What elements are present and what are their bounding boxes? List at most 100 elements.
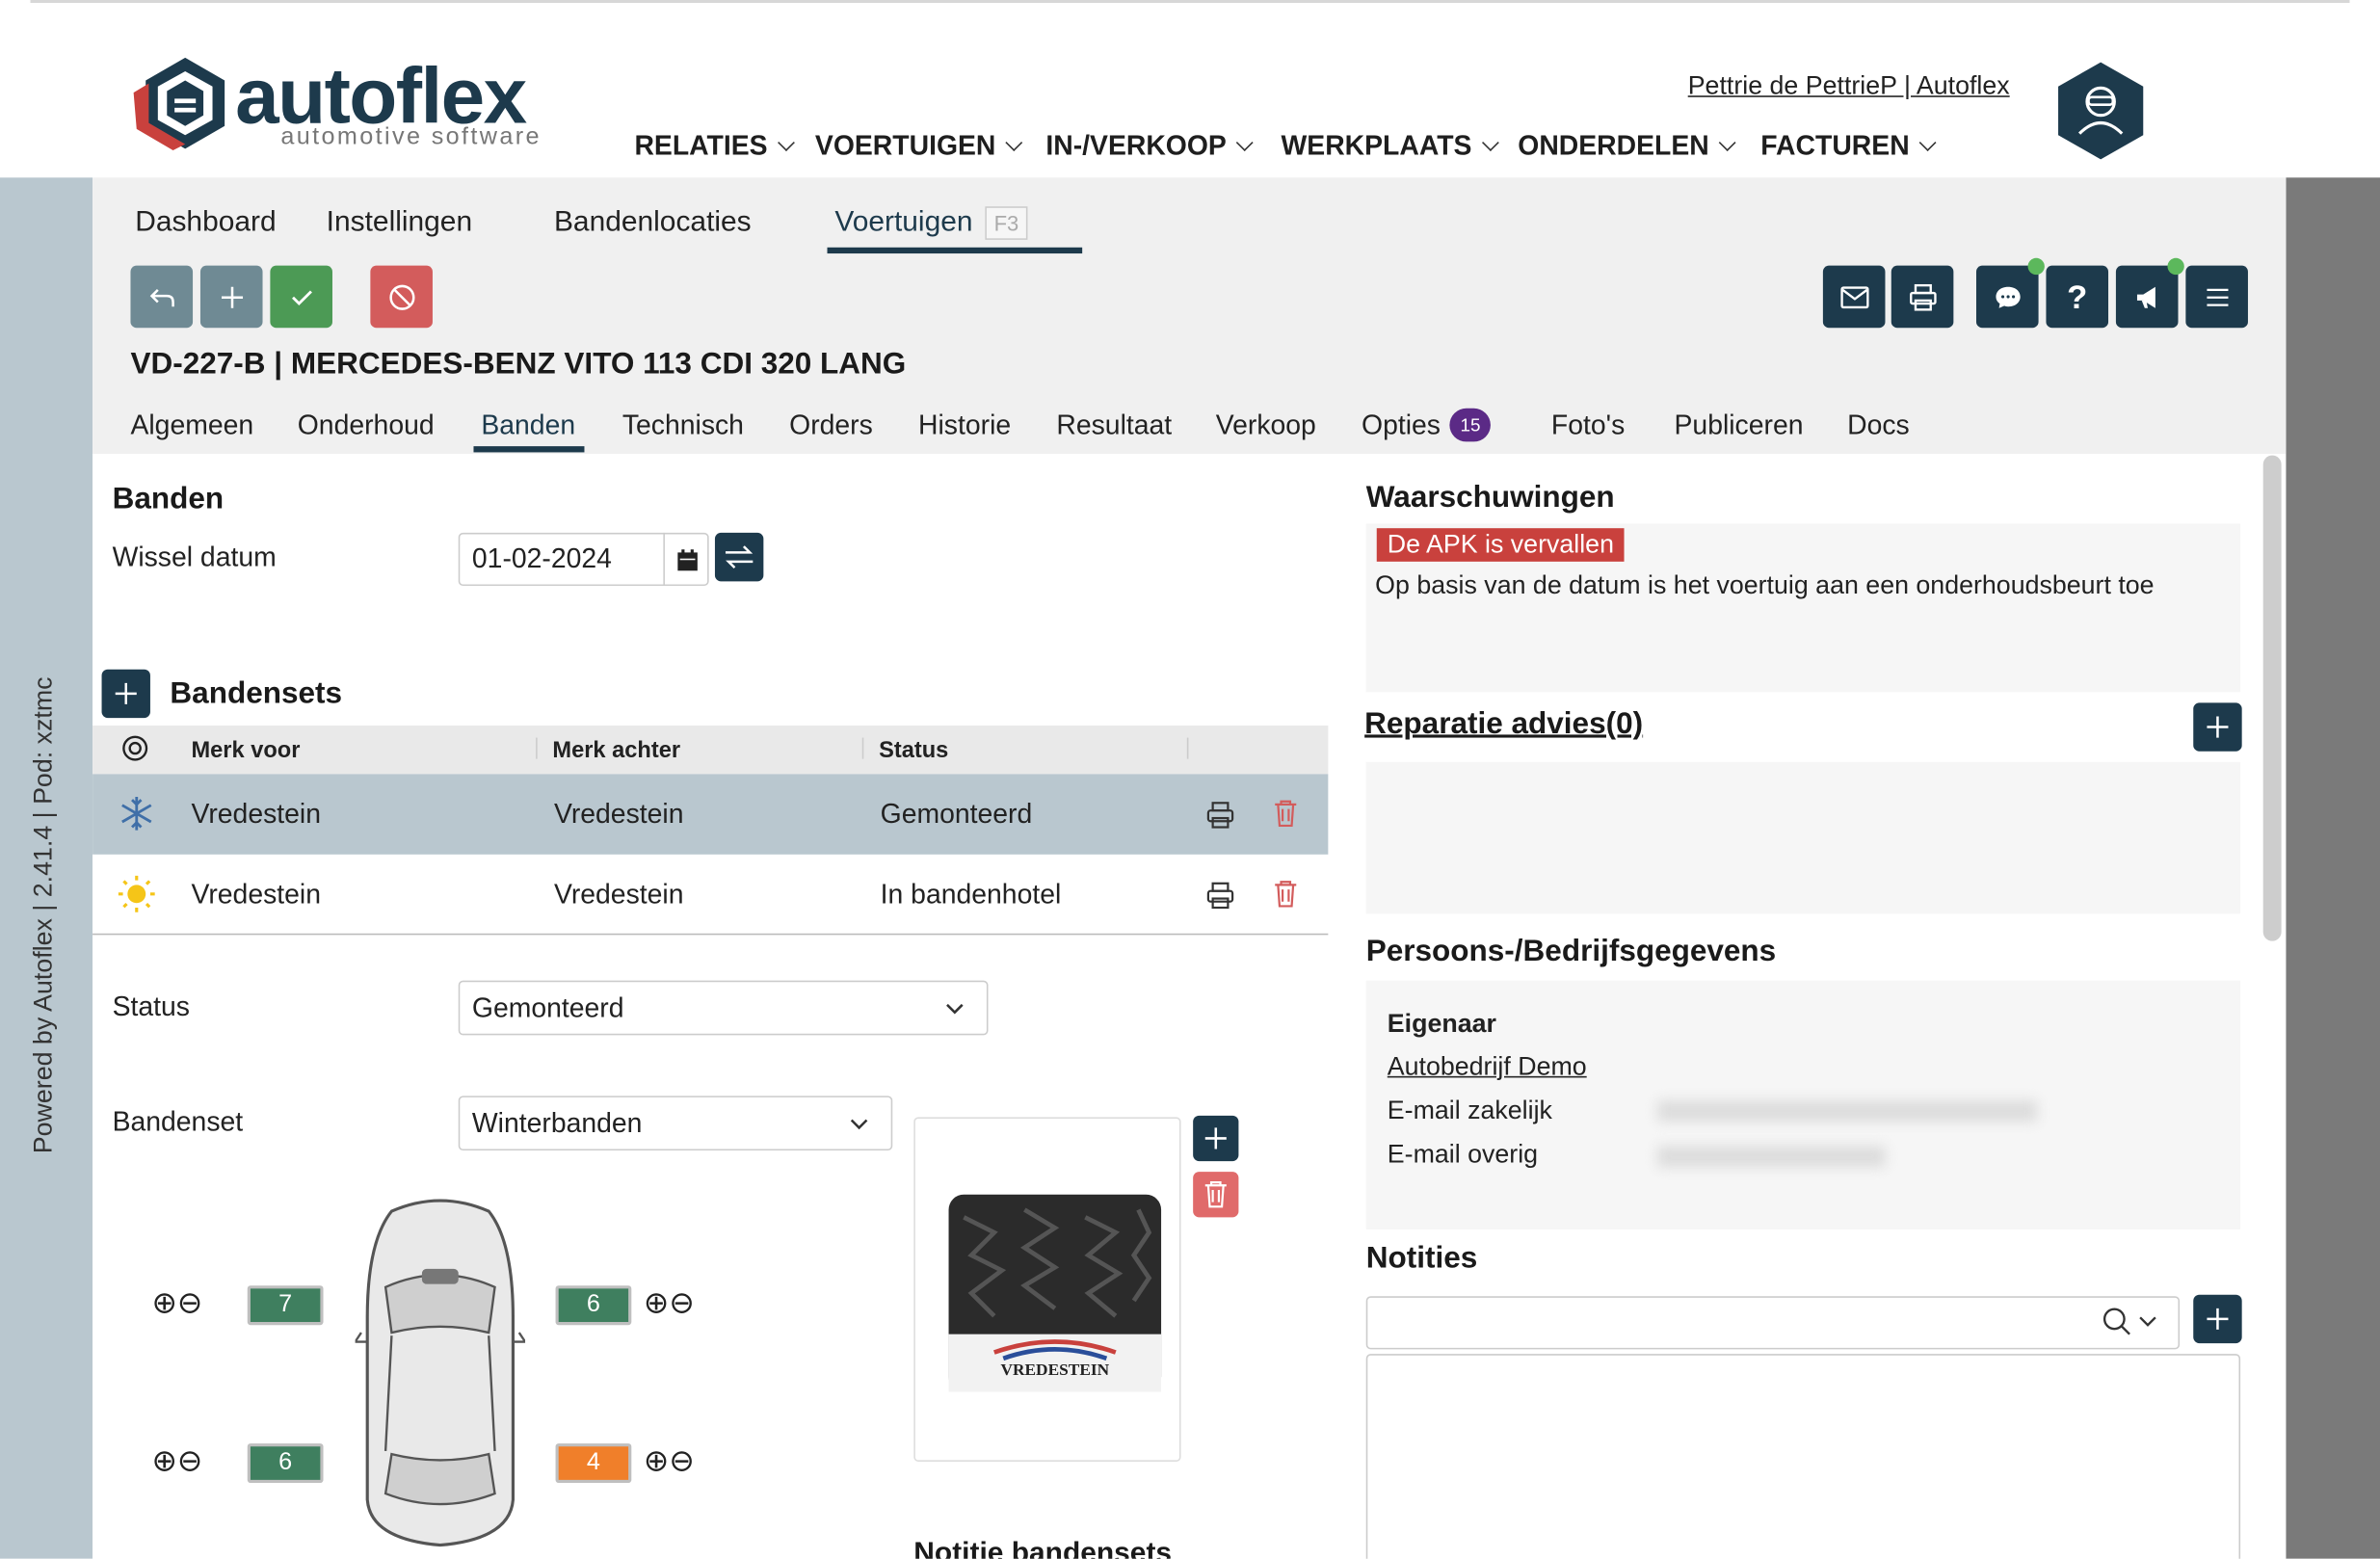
swap-button[interactable] bbox=[714, 532, 764, 582]
notities-search-input[interactable] bbox=[1365, 1296, 2181, 1350]
tab-instellingen[interactable]: Instellingen bbox=[327, 206, 472, 240]
col-merk-achter[interactable]: Merk achter bbox=[552, 738, 680, 764]
notification-dot bbox=[2027, 257, 2045, 276]
bandenset-select[interactable]: Winterbanden bbox=[458, 1096, 893, 1151]
nav-voertuigen[interactable]: VOERTUIGEN bbox=[815, 130, 1023, 162]
nav-in-verkoop[interactable]: IN-/VERKOOP bbox=[1045, 130, 1254, 162]
print-row-button[interactable] bbox=[1205, 881, 1236, 918]
printer-icon bbox=[1206, 802, 1234, 829]
reparatie-advies-link[interactable]: Reparatie advies(0) bbox=[1364, 707, 1643, 742]
merk-achter-cell: Vredestein bbox=[553, 879, 684, 910]
menu-button[interactable] bbox=[2185, 265, 2248, 329]
status-select[interactable]: Gemonteerd bbox=[458, 980, 989, 1036]
notities-list[interactable] bbox=[1365, 1354, 2241, 1559]
tab-label: Voertuigen bbox=[834, 206, 973, 239]
plus-circle-icon[interactable]: ⊕ bbox=[152, 1287, 177, 1321]
tab-voertuigen[interactable]: Voertuigen F3 bbox=[834, 206, 1028, 240]
nav-facturen[interactable]: FACTUREN bbox=[1760, 130, 1937, 162]
nav-relaties[interactable]: RELATIES bbox=[634, 130, 795, 162]
logo-icon[interactable] bbox=[130, 53, 230, 153]
tab-banden[interactable]: Banden bbox=[481, 410, 575, 441]
bandenset-label: Bandenset bbox=[112, 1106, 244, 1137]
save-button[interactable] bbox=[270, 265, 332, 329]
tyre-depth-rear-right[interactable]: 4 bbox=[555, 1443, 632, 1484]
nav-onderdelen[interactable]: ONDERDELEN bbox=[1518, 130, 1736, 162]
add-reparatie-button[interactable] bbox=[2193, 702, 2242, 752]
delete-row-button[interactable] bbox=[1272, 879, 1299, 916]
col-divider bbox=[1186, 737, 1189, 759]
printer-icon bbox=[1909, 283, 1936, 310]
table-row[interactable]: Vredestein Vredestein Gemonteerd bbox=[93, 774, 1329, 855]
sun-icon bbox=[117, 874, 156, 921]
tab-docs[interactable]: Docs bbox=[1847, 410, 1910, 441]
delete-row-button[interactable] bbox=[1272, 799, 1299, 836]
user-avatar-icon bbox=[2058, 62, 2144, 160]
add-notitie-button[interactable] bbox=[2193, 1294, 2242, 1344]
plus-circle-icon[interactable]: ⊕ bbox=[152, 1445, 177, 1479]
nav-label: RELATIES bbox=[634, 130, 768, 161]
cancel-button[interactable] bbox=[370, 265, 433, 329]
calendar-icon bbox=[676, 548, 698, 570]
tab-opties[interactable]: Opties 15 bbox=[1362, 408, 1492, 444]
minus-circle-icon[interactable]: ⊖ bbox=[669, 1445, 694, 1479]
back-button[interactable] bbox=[130, 265, 194, 329]
announcement-button[interactable] bbox=[2115, 265, 2179, 329]
merk-voor-cell: Vredestein bbox=[191, 798, 321, 830]
calendar-button[interactable] bbox=[663, 532, 708, 587]
email-button[interactable] bbox=[1822, 265, 1886, 329]
print-row-button[interactable] bbox=[1205, 800, 1236, 837]
search-icon[interactable] bbox=[2101, 1306, 2161, 1347]
plus-circle-icon[interactable]: ⊕ bbox=[644, 1445, 669, 1479]
count-badge: 15 bbox=[1449, 408, 1492, 442]
select-value: Gemonteerd bbox=[471, 991, 624, 1022]
tab-onderhoud[interactable]: Onderhoud bbox=[298, 410, 435, 441]
tab-fotos[interactable]: Foto's bbox=[1551, 410, 1625, 441]
snowflake-icon bbox=[117, 794, 156, 841]
tab-technisch[interactable]: Technisch bbox=[622, 410, 744, 441]
chevron-down-icon bbox=[1718, 134, 1736, 151]
scrollbar[interactable] bbox=[2262, 455, 2282, 941]
tyre-depth-rear-left[interactable]: 6 bbox=[247, 1443, 324, 1484]
tyre-image: VREDESTEIN bbox=[948, 1194, 1162, 1392]
plus-circle-icon[interactable]: ⊕ bbox=[644, 1287, 669, 1321]
tab-verkoop[interactable]: Verkoop bbox=[1216, 410, 1316, 441]
waarschuwingen-title: Waarschuwingen bbox=[1365, 481, 1615, 515]
avatar[interactable] bbox=[2056, 61, 2144, 161]
minus-circle-icon[interactable]: ⊖ bbox=[177, 1287, 202, 1321]
tab-dashboard[interactable]: Dashboard bbox=[135, 206, 276, 240]
col-divider bbox=[861, 737, 864, 759]
tab-bandenlocaties[interactable]: Bandenlocaties bbox=[554, 206, 752, 240]
nav-werkplaats[interactable]: WERKPLAATS bbox=[1281, 130, 1499, 162]
add-image-button[interactable] bbox=[1193, 1115, 1239, 1162]
print-button[interactable] bbox=[1891, 265, 1954, 329]
tab-orders[interactable]: Orders bbox=[789, 410, 873, 441]
minus-circle-icon[interactable]: ⊖ bbox=[669, 1287, 694, 1321]
table-row[interactable]: Vredestein Vredestein In bandenhotel bbox=[93, 854, 1329, 936]
chat-button[interactable] bbox=[1975, 265, 2039, 329]
reparatie-panel bbox=[1365, 761, 2241, 914]
nav-label: WERKPLAATS bbox=[1281, 130, 1472, 161]
tyre-depth-front-right[interactable]: 6 bbox=[555, 1285, 632, 1326]
tyre-depth-front-left[interactable]: 7 bbox=[247, 1285, 324, 1326]
user-link[interactable]: Pettrie de PettrieP | Autoflex bbox=[1688, 71, 2010, 102]
nav-label: FACTUREN bbox=[1760, 130, 1910, 161]
tab-historie[interactable]: Historie bbox=[918, 410, 1011, 441]
add-bandenset-button[interactable] bbox=[101, 669, 150, 719]
chat-icon bbox=[1995, 285, 2020, 307]
right-gutter bbox=[2286, 177, 2380, 1559]
minus-circle-icon[interactable]: ⊖ bbox=[177, 1445, 202, 1479]
plus-icon bbox=[1204, 1127, 1227, 1149]
owner-link[interactable]: Autobedrijf Demo bbox=[1388, 1052, 1587, 1083]
tab-resultaat[interactable]: Resultaat bbox=[1056, 410, 1172, 441]
tab-algemeen[interactable]: Algemeen bbox=[130, 410, 253, 441]
merk-voor-cell: Vredestein bbox=[191, 879, 321, 910]
rear-left-controls: ⊕⊖ bbox=[152, 1441, 203, 1479]
col-status[interactable]: Status bbox=[879, 738, 948, 764]
delete-image-button[interactable] bbox=[1193, 1172, 1239, 1218]
tab-publiceren[interactable]: Publiceren bbox=[1675, 410, 1804, 441]
col-merk-voor[interactable]: Merk voor bbox=[191, 738, 300, 764]
chevron-down-icon bbox=[1235, 134, 1254, 151]
tyre-image-frame[interactable]: VREDESTEIN bbox=[913, 1117, 1181, 1462]
help-button[interactable]: ? bbox=[2046, 265, 2109, 329]
add-button[interactable] bbox=[199, 265, 263, 329]
